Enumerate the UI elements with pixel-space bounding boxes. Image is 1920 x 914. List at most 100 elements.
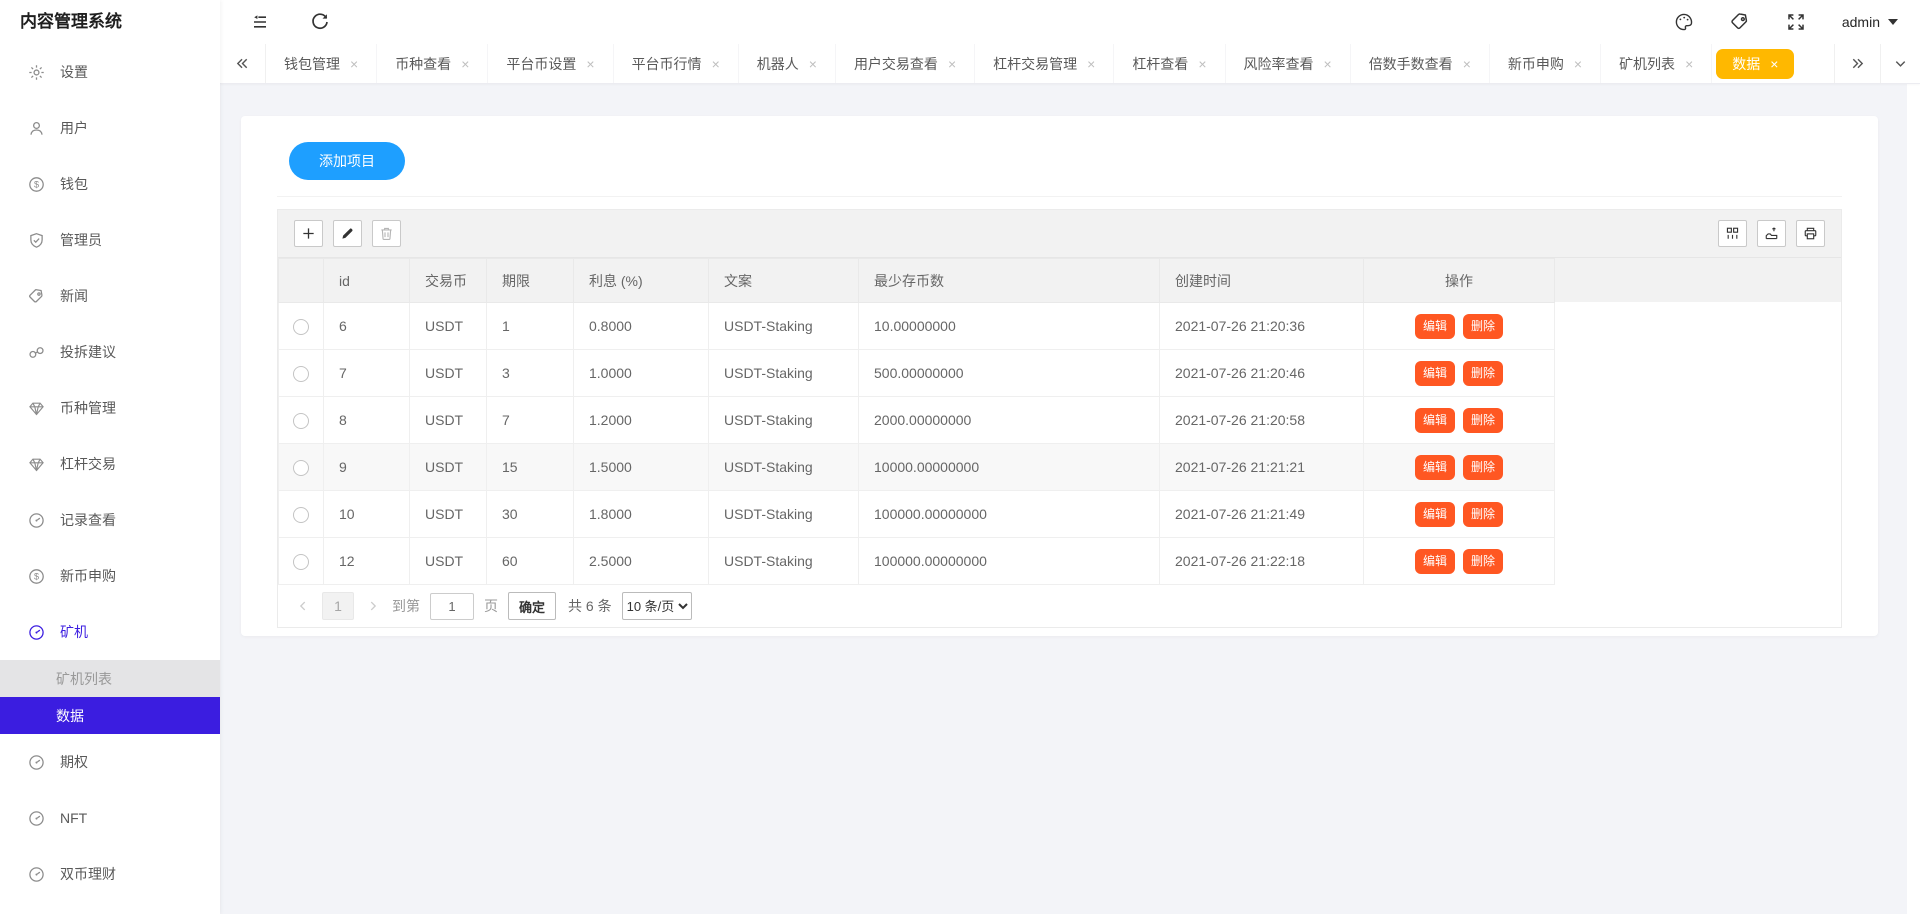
sidebar-item[interactable]: NFT: [0, 790, 220, 846]
export-button[interactable]: [1757, 220, 1786, 247]
delete-button[interactable]: 删除: [1463, 455, 1503, 480]
tab-close-icon[interactable]: ×: [1574, 57, 1582, 71]
tab[interactable]: 杠杆查看×: [1114, 44, 1225, 83]
edit-button[interactable]: 编辑: [1415, 361, 1455, 386]
sidebar-item[interactable]: 币种管理: [0, 380, 220, 436]
add-project-button[interactable]: 添加项目: [289, 142, 405, 180]
svg-text:$: $: [34, 179, 39, 189]
tab-label: 矿机列表: [1619, 54, 1675, 74]
theme-palette-icon[interactable]: [1674, 12, 1694, 32]
cell-term: 7: [487, 397, 574, 444]
sidebar-item[interactable]: 管理员: [0, 212, 220, 268]
tab-close-icon[interactable]: ×: [586, 57, 594, 71]
sidebar-item[interactable]: 杠杆交易: [0, 436, 220, 492]
print-icon: [1803, 226, 1818, 241]
tab[interactable]: 平台币设置×: [488, 44, 613, 83]
tab-close-icon[interactable]: ×: [1685, 57, 1693, 71]
tab-close-icon[interactable]: ×: [712, 57, 720, 71]
edit-button[interactable]: 编辑: [1415, 314, 1455, 339]
fullscreen-icon[interactable]: [1786, 12, 1806, 32]
tab[interactable]: 矿机列表 ×: [1601, 44, 1712, 83]
tab[interactable]: 平台币行情×: [614, 44, 739, 83]
tab-close-icon[interactable]: ×: [1463, 57, 1471, 71]
row-radio[interactable]: [293, 554, 309, 570]
tab[interactable]: 倍数手数查看×: [1351, 44, 1490, 83]
cell-coin: USDT: [410, 397, 487, 444]
tab[interactable]: 杠杆交易管理×: [975, 44, 1114, 83]
tab-close-icon[interactable]: ×: [461, 57, 469, 71]
sidebar-item[interactable]: 期权: [0, 734, 220, 790]
sidebar-item[interactable]: 新闻: [0, 268, 220, 324]
row-radio[interactable]: [293, 460, 309, 476]
export-icon: [1764, 226, 1779, 241]
tab-label: 钱包管理: [284, 54, 340, 74]
page-size-select[interactable]: 10 条/页: [622, 592, 692, 620]
tab-close-icon[interactable]: ×: [1087, 57, 1095, 71]
sidebar-item[interactable]: 矿机: [0, 604, 220, 660]
sidebar-item[interactable]: 双币理财: [0, 846, 220, 902]
tab-close-icon[interactable]: ×: [948, 57, 956, 71]
delete-button[interactable]: 删除: [1463, 549, 1503, 574]
edit-button[interactable]: 编辑: [1415, 549, 1455, 574]
print-button[interactable]: [1796, 220, 1825, 247]
tab-close-icon[interactable]: ×: [1770, 57, 1778, 71]
gear-icon: [28, 64, 45, 81]
cell-interest: 2.5000: [574, 538, 709, 585]
row-radio[interactable]: [293, 366, 309, 382]
sidebar-item[interactable]: $钱包: [0, 156, 220, 212]
main-area: admin 钱包管理×币种查看×平台币设置×平台币行情×机器人×用户交易查看×杠…: [220, 0, 1920, 914]
tabs-dropdown-button[interactable]: [1880, 44, 1920, 83]
sidebar-item[interactable]: 投拆建议: [0, 324, 220, 380]
sidebar-item[interactable]: 记录查看: [0, 492, 220, 548]
delete-button[interactable]: 删除: [1463, 361, 1503, 386]
trash-button[interactable]: [372, 220, 401, 247]
tab-label: 数据: [1732, 54, 1760, 74]
tab-close-icon[interactable]: ×: [350, 57, 358, 71]
delete-button[interactable]: 删除: [1463, 408, 1503, 433]
tab-active[interactable]: 数据 ×: [1716, 49, 1794, 79]
tab[interactable]: 风险率查看×: [1226, 44, 1351, 83]
tab[interactable]: 钱包管理 ×: [266, 44, 377, 83]
edit-button[interactable]: 编辑: [1415, 455, 1455, 480]
cell-id: 6: [324, 303, 410, 350]
cell-actions: 编辑删除: [1364, 303, 1555, 350]
next-page-button[interactable]: [364, 599, 382, 613]
tab-close-icon[interactable]: ×: [1324, 57, 1332, 71]
sidebar: 内容管理系统 设置用户$钱包管理员新闻投拆建议币种管理杠杆交易记录查看$新币申购…: [0, 0, 220, 914]
current-page[interactable]: 1: [322, 592, 354, 620]
pencil-button[interactable]: [333, 220, 362, 247]
cell-id: 7: [324, 350, 410, 397]
edit-button[interactable]: 编辑: [1415, 502, 1455, 527]
sidebar-subitem[interactable]: 矿机列表: [0, 660, 220, 697]
refresh-icon[interactable]: [310, 12, 330, 32]
columns-button[interactable]: [1718, 220, 1747, 247]
tabs-scroll-left-button[interactable]: [220, 44, 266, 83]
sidebar-item[interactable]: $新币申购: [0, 548, 220, 604]
tab[interactable]: 新币申购×: [1490, 44, 1601, 83]
tab-close-icon[interactable]: ×: [809, 57, 817, 71]
sidebar-subitem[interactable]: 数据: [0, 697, 220, 734]
tab[interactable]: 币种查看×: [377, 44, 488, 83]
sidebar-item[interactable]: 设置: [0, 44, 220, 100]
confirm-button[interactable]: 确定: [508, 592, 556, 620]
tab-close-icon[interactable]: ×: [1198, 57, 1206, 71]
row-radio[interactable]: [293, 319, 309, 335]
data-table: id交易币期限利息 (%)文案最少存币数创建时间操作 6USDT10.8000U…: [278, 258, 1555, 585]
tag-icon[interactable]: [1730, 12, 1750, 32]
plus-button[interactable]: [294, 220, 323, 247]
menu-fold-icon[interactable]: [250, 12, 270, 32]
edit-button[interactable]: 编辑: [1415, 408, 1455, 433]
row-radio[interactable]: [293, 413, 309, 429]
tab[interactable]: 机器人×: [739, 44, 836, 83]
table-row: 10USDT301.8000USDT-Staking100000.0000000…: [279, 491, 1555, 538]
tabs-scroll-right-button[interactable]: [1834, 44, 1880, 83]
user-menu[interactable]: admin: [1842, 14, 1898, 30]
delete-button[interactable]: 删除: [1463, 502, 1503, 527]
scrollbar-track[interactable]: [1907, 84, 1920, 914]
sidebar-item[interactable]: 用户: [0, 100, 220, 156]
goto-page-input[interactable]: [430, 593, 474, 620]
delete-button[interactable]: 删除: [1463, 314, 1503, 339]
row-radio[interactable]: [293, 507, 309, 523]
prev-page-button[interactable]: [294, 599, 312, 613]
tab[interactable]: 用户交易查看×: [836, 44, 975, 83]
